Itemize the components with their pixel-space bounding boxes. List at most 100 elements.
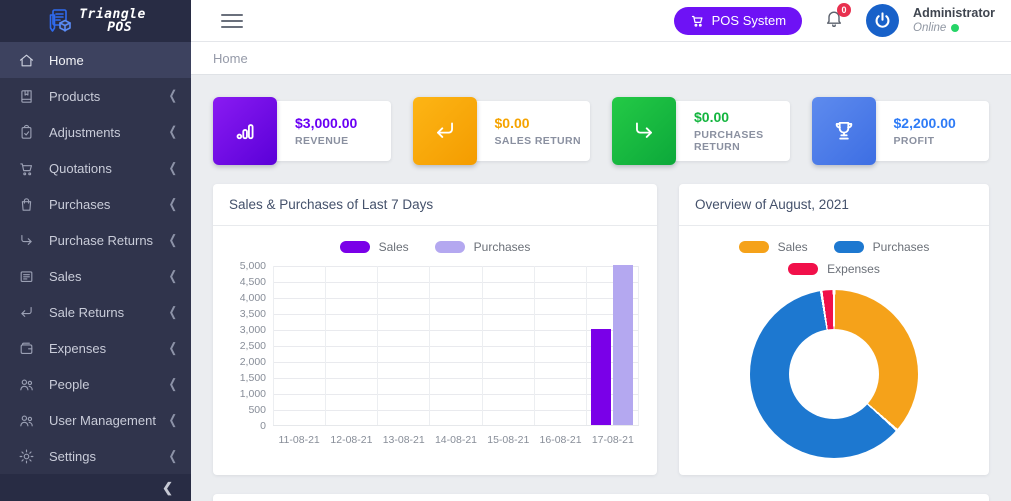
x-tick-label: 17-08-21 bbox=[587, 434, 639, 446]
cart-icon bbox=[18, 160, 35, 177]
donut-chart-legend: Sales Purchases Expenses bbox=[709, 240, 959, 276]
legend-item-sales: Sales bbox=[340, 240, 409, 254]
sidebar-item-label: Adjustments bbox=[49, 125, 169, 140]
stat-label: PURCHASES RETURN bbox=[694, 129, 790, 153]
x-tick-label: 14-08-21 bbox=[430, 434, 482, 446]
bar-chart-column-17-08-21 bbox=[587, 266, 639, 425]
stat-label: SALES RETURN bbox=[495, 135, 581, 147]
sidebar-item-label: Quotations bbox=[49, 161, 169, 176]
sidebar-item-label: Expenses bbox=[49, 341, 169, 356]
sidebar-item-quotations[interactable]: Quotations❮ bbox=[0, 150, 191, 186]
bar-chart-legend: Sales Purchases bbox=[231, 240, 639, 254]
y-tick-label: 4,500 bbox=[240, 276, 266, 288]
sidebar-item-products[interactable]: Products❮ bbox=[0, 78, 191, 114]
sidebar-nav: HomeProducts❮Adjustments❮Quotations❮Purc… bbox=[0, 42, 191, 474]
bar-chart: 5,0004,5004,0003,5003,0002,5002,0001,500… bbox=[231, 266, 639, 426]
x-tick-label: 11-08-21 bbox=[273, 434, 325, 446]
sidebar-item-home[interactable]: Home bbox=[0, 42, 191, 78]
pos-system-button[interactable]: POS System bbox=[674, 7, 802, 35]
sidebar-item-label: Sale Returns bbox=[49, 305, 169, 320]
y-tick-label: 1,000 bbox=[240, 388, 266, 400]
sidebar-collapse-button[interactable]: ❮ bbox=[0, 474, 191, 501]
legend-item-sales: Sales bbox=[739, 240, 808, 254]
stat-card-icon-tile bbox=[812, 97, 876, 165]
power-icon bbox=[873, 11, 892, 30]
bar-chart-column-16-08-21 bbox=[535, 266, 587, 425]
stat-card-sales-return: $0.00SALES RETURN bbox=[413, 97, 591, 165]
page-content: $3,000.00REVENUE$0.00SALES RETURN$0.00PU… bbox=[191, 75, 1011, 501]
user-name: Administrator bbox=[913, 6, 995, 22]
chevron-left-icon: ❮ bbox=[169, 269, 177, 283]
sidebar-item-label: Home bbox=[49, 53, 177, 68]
sidebar-item-settings[interactable]: Settings❮ bbox=[0, 438, 191, 474]
wallet-icon bbox=[18, 340, 35, 357]
home-icon bbox=[18, 52, 35, 69]
y-tick-label: 500 bbox=[248, 404, 266, 416]
bar-chart-x-axis: 11-08-2112-08-2113-08-2114-08-2115-08-21… bbox=[273, 426, 639, 446]
overview-chart-card: Overview of August, 2021 SalesPurchasesE… bbox=[679, 184, 989, 475]
legend-item-purchases: Purchases bbox=[834, 240, 930, 254]
notification-badge: 0 bbox=[837, 3, 851, 17]
book-icon bbox=[18, 88, 35, 105]
online-dot bbox=[951, 24, 959, 32]
chevron-left-icon: ❮ bbox=[169, 341, 177, 355]
sidebar-item-purchases[interactable]: Purchases❮ bbox=[0, 186, 191, 222]
corner-down-left-icon bbox=[432, 118, 458, 144]
sidebar: Triangle POS HomeProducts❮Adjustments❮Qu… bbox=[0, 0, 191, 501]
breadcrumb: Home bbox=[191, 42, 1011, 75]
app-root: Triangle POS HomeProducts❮Adjustments❮Qu… bbox=[0, 0, 1011, 501]
menu-toggle-button[interactable] bbox=[221, 14, 243, 28]
legend-item-expenses: Expenses bbox=[788, 262, 880, 276]
corner-down-left-icon bbox=[18, 304, 35, 321]
sidebar-item-sales[interactable]: Sales❮ bbox=[0, 258, 191, 294]
bar-chart-icon bbox=[232, 118, 258, 144]
user-meta[interactable]: Administrator Online bbox=[913, 6, 995, 36]
x-tick-label: 16-08-21 bbox=[534, 434, 586, 446]
logo-text: Triangle POS bbox=[79, 8, 146, 34]
chevron-left-icon: ❮ bbox=[169, 125, 177, 139]
corner-down-right-icon bbox=[18, 232, 35, 249]
y-tick-label: 5,000 bbox=[240, 260, 266, 272]
app-logo[interactable]: Triangle POS bbox=[0, 0, 191, 42]
legend-swatch bbox=[788, 263, 818, 275]
chevron-left-icon: ❮ bbox=[169, 449, 177, 463]
legend-swatch bbox=[739, 241, 769, 253]
bar-chart-column-15-08-21 bbox=[483, 266, 535, 425]
main-area: POS System 0 Administrator Online bbox=[191, 0, 1011, 501]
chevron-left-icon: ❮ bbox=[169, 377, 177, 391]
pos-system-label: POS System bbox=[712, 13, 786, 28]
clipboard-icon bbox=[18, 124, 35, 141]
y-tick-label: 3,500 bbox=[240, 308, 266, 320]
bar-purchases-17-08-21 bbox=[613, 265, 633, 425]
sidebar-item-expenses[interactable]: Expenses❮ bbox=[0, 330, 191, 366]
bar-chart-column-12-08-21 bbox=[326, 266, 378, 425]
donut-chart bbox=[750, 290, 918, 458]
user-avatar[interactable] bbox=[866, 4, 899, 37]
breadcrumb-current[interactable]: Home bbox=[213, 51, 248, 66]
users-icon bbox=[18, 412, 35, 429]
stat-card-icon-tile bbox=[213, 97, 277, 165]
sidebar-item-label: Products bbox=[49, 89, 169, 104]
cart-icon bbox=[690, 13, 705, 28]
sidebar-item-people[interactable]: People❮ bbox=[0, 366, 191, 402]
notifications-button[interactable]: 0 bbox=[824, 8, 844, 33]
chevron-left-icon: ❮ bbox=[169, 305, 177, 319]
people-icon bbox=[18, 376, 35, 393]
bar-sales-17-08-21 bbox=[591, 329, 611, 425]
corner-down-right-icon bbox=[631, 118, 657, 144]
stat-label: REVENUE bbox=[295, 135, 357, 147]
x-tick-label: 15-08-21 bbox=[482, 434, 534, 446]
stat-value: $2,200.00 bbox=[894, 115, 956, 131]
chevron-left-icon: ❮ bbox=[169, 89, 177, 103]
legend-swatch bbox=[435, 241, 465, 253]
sidebar-item-sale-returns[interactable]: Sale Returns❮ bbox=[0, 294, 191, 330]
register-icon bbox=[18, 268, 35, 285]
sidebar-item-adjustments[interactable]: Adjustments❮ bbox=[0, 114, 191, 150]
sidebar-item-purchase-returns[interactable]: Purchase Returns❮ bbox=[0, 222, 191, 258]
sidebar-item-label: Purchase Returns bbox=[49, 233, 169, 248]
chevron-left-icon: ❮ bbox=[169, 233, 177, 247]
stat-label: PROFIT bbox=[894, 135, 956, 147]
legend-item-purchases: Purchases bbox=[435, 240, 531, 254]
sidebar-item-user-management[interactable]: User Management❮ bbox=[0, 402, 191, 438]
bar-chart-column-13-08-21 bbox=[378, 266, 430, 425]
